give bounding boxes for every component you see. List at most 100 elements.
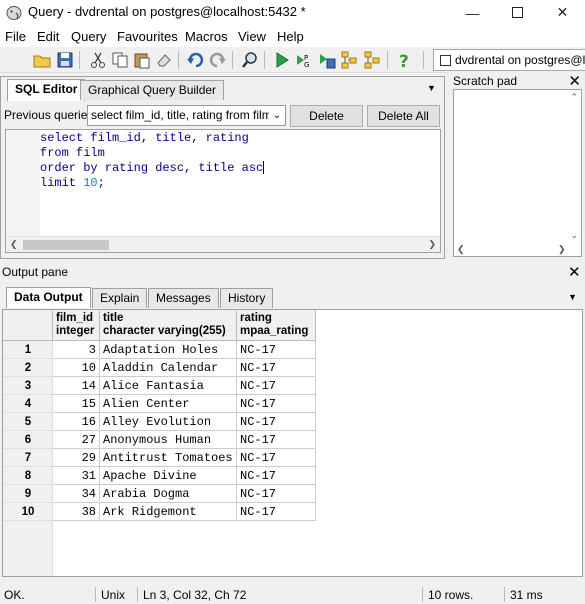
cell-film-id[interactable]: 15 xyxy=(53,395,100,413)
close-window-button[interactable]: ✕ xyxy=(540,0,585,25)
cell-rating[interactable]: NC-17 xyxy=(237,395,316,413)
cell-title[interactable]: Adaptation Holes xyxy=(100,341,237,359)
cell-film-id[interactable]: 27 xyxy=(53,431,100,449)
tab-sql-editor[interactable]: SQL Editor xyxy=(7,79,86,101)
find-icon[interactable] xyxy=(241,51,259,69)
cell-film-id[interactable]: 29 xyxy=(53,449,100,467)
tab-explain[interactable]: Explain xyxy=(92,288,148,308)
cell-film-id[interactable]: 16 xyxy=(53,413,100,431)
cell-rating[interactable]: NC-17 xyxy=(237,467,316,485)
execute-to-file-icon[interactable] xyxy=(318,51,336,69)
cell-rating[interactable]: NC-17 xyxy=(237,359,316,377)
row-number[interactable]: 4 xyxy=(3,395,53,413)
cell-title[interactable]: Aladdin Calendar xyxy=(100,359,237,377)
tab-list-dropdown-icon[interactable]: ▼ xyxy=(427,83,436,93)
menu-favourites[interactable]: Favourites xyxy=(117,29,178,44)
column-header-film-id[interactable]: film_id integer xyxy=(53,310,100,341)
scroll-right-icon[interactable]: ❯ xyxy=(558,244,566,255)
scroll-left-icon[interactable]: ❮ xyxy=(10,239,18,250)
column-header-rating[interactable]: rating mpaa_rating xyxy=(237,310,316,341)
scroll-left-icon[interactable]: ❮ xyxy=(457,244,465,255)
cell-film-id[interactable]: 38 xyxy=(53,503,100,521)
code-line-4: limit 10; xyxy=(40,176,105,190)
row-number[interactable]: 3 xyxy=(3,377,53,395)
cell-film-id[interactable]: 14 xyxy=(53,377,100,395)
cell-rating[interactable]: NC-17 xyxy=(237,503,316,521)
row-number[interactable]: 2 xyxy=(3,359,53,377)
explain-query-icon[interactable] xyxy=(341,51,359,69)
column-type: character varying(255) xyxy=(103,325,226,337)
open-folder-icon[interactable] xyxy=(33,51,51,69)
cell-title[interactable]: Arabia Dogma xyxy=(100,485,237,503)
scroll-up-icon[interactable]: ⌃ xyxy=(570,92,578,103)
row-number[interactable]: 9 xyxy=(3,485,53,503)
eraser-icon[interactable] xyxy=(155,51,173,69)
cell-rating[interactable]: NC-17 xyxy=(237,449,316,467)
tab-graphical-query-builder[interactable]: Graphical Query Builder xyxy=(80,80,225,100)
row-number[interactable]: 10 xyxy=(3,503,53,521)
cell-title[interactable]: Alley Evolution xyxy=(100,413,237,431)
scratch-pad-close-icon[interactable]: ✕ xyxy=(568,72,581,90)
column-header-title[interactable]: title character varying(255) xyxy=(100,310,237,341)
menu-view[interactable]: View xyxy=(238,29,266,44)
editor-horizontal-scrollbar[interactable]: ❮ ❯ xyxy=(6,236,440,252)
cell-rating[interactable]: NC-17 xyxy=(237,431,316,449)
status-separator xyxy=(422,587,423,602)
delete-button[interactable]: Delete xyxy=(290,105,363,127)
tab-history[interactable]: History xyxy=(220,288,274,308)
delete-all-button[interactable]: Delete All xyxy=(367,105,440,127)
grid-corner[interactable] xyxy=(3,310,53,341)
cell-film-id[interactable]: 3 xyxy=(53,341,100,359)
previous-queries-select[interactable]: select film_id, title, rating from film … xyxy=(87,105,286,126)
sql-editor-panel: SQL Editor Graphical Query Builder ▼ Pre… xyxy=(0,76,445,259)
cell-title[interactable]: Ark Ridgemont xyxy=(100,503,237,521)
cell-title[interactable]: Alice Fantasia xyxy=(100,377,237,395)
copy-icon[interactable] xyxy=(111,51,129,69)
output-pane-close-icon[interactable]: ✕ xyxy=(568,263,581,281)
maximize-button[interactable] xyxy=(495,0,540,25)
row-number[interactable]: 8 xyxy=(3,467,53,485)
row-number[interactable]: 5 xyxy=(3,413,53,431)
cell-film-id[interactable]: 34 xyxy=(53,485,100,503)
results-grid[interactable]: film_id integer title character varying(… xyxy=(2,309,583,577)
cell-rating[interactable]: NC-17 xyxy=(237,341,316,359)
menu-query[interactable]: Query xyxy=(71,29,106,44)
cell-title[interactable]: Apache Divine xyxy=(100,467,237,485)
scratch-pad-textarea[interactable]: ⌃ ⌄ ❮ ❯ xyxy=(453,89,582,257)
redo-icon[interactable] xyxy=(209,51,227,69)
cell-title[interactable]: Antitrust Tomatoes xyxy=(100,449,237,467)
cut-icon[interactable] xyxy=(89,51,107,69)
row-number[interactable]: 6 xyxy=(3,431,53,449)
tab-data-output[interactable]: Data Output xyxy=(6,287,91,308)
row-number[interactable]: 1 xyxy=(3,341,53,359)
connection-checkbox[interactable] xyxy=(440,55,451,66)
save-icon[interactable] xyxy=(56,51,74,69)
scrollbar-thumb[interactable] xyxy=(23,240,109,250)
row-number[interactable]: 7 xyxy=(3,449,53,467)
tab-messages[interactable]: Messages xyxy=(148,288,219,308)
paste-icon[interactable] xyxy=(133,51,151,69)
undo-icon[interactable] xyxy=(186,51,204,69)
cell-title[interactable]: Alien Center xyxy=(100,395,237,413)
scroll-down-icon[interactable]: ⌄ xyxy=(570,230,578,241)
connection-selector[interactable]: dvdrental on postgres@localhost:5432 xyxy=(433,49,585,71)
cell-film-id[interactable]: 31 xyxy=(53,467,100,485)
sql-code-editor[interactable]: select film_id, title, rating from film … xyxy=(5,129,441,253)
explain-analyze-icon[interactable] xyxy=(364,51,382,69)
minimize-button[interactable]: — xyxy=(450,0,495,25)
menu-help[interactable]: Help xyxy=(277,29,304,44)
menu-bar: File Edit Query Favourites Macros View H… xyxy=(0,25,585,47)
scroll-right-icon[interactable]: ❯ xyxy=(428,239,436,250)
cell-rating[interactable]: NC-17 xyxy=(237,485,316,503)
menu-macros[interactable]: Macros xyxy=(185,29,228,44)
menu-edit[interactable]: Edit xyxy=(37,29,59,44)
tab-list-dropdown-icon[interactable]: ▼ xyxy=(568,292,577,302)
cell-film-id[interactable]: 10 xyxy=(53,359,100,377)
cell-rating[interactable]: NC-17 xyxy=(237,413,316,431)
cell-title[interactable]: Anonymous Human xyxy=(100,431,237,449)
execute-icon[interactable] xyxy=(273,51,291,69)
cell-rating[interactable]: NC-17 xyxy=(237,377,316,395)
help-icon[interactable]: ? xyxy=(395,51,413,69)
menu-file[interactable]: File xyxy=(5,29,26,44)
execute-pgscript-icon[interactable]: P G xyxy=(295,51,313,69)
